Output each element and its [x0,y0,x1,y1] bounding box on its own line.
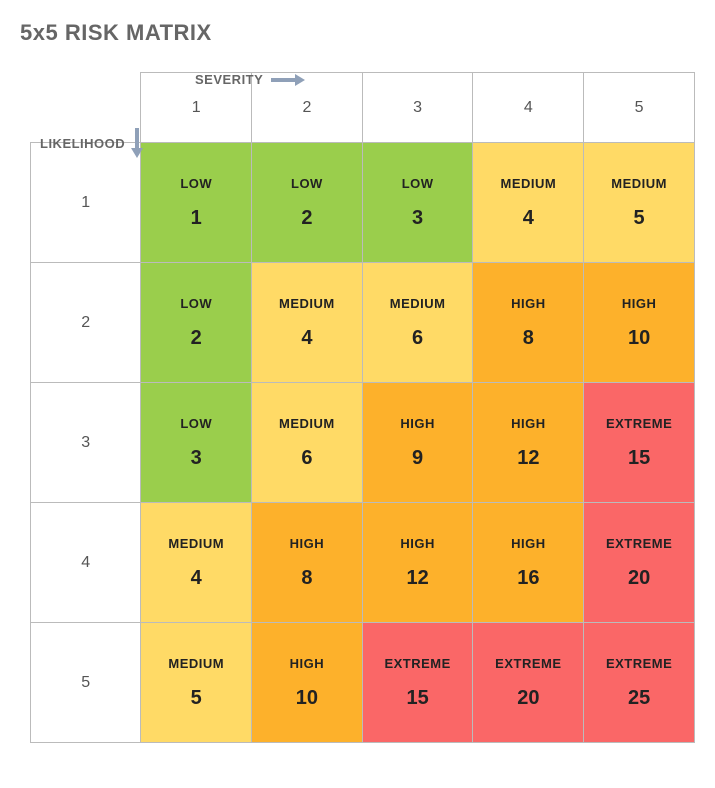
risk-score: 20 [584,567,694,590]
risk-cell: MEDIUM 6 [252,383,363,503]
risk-level: EXTREME [584,416,694,431]
risk-cell: LOW 2 [252,143,363,263]
likelihood-header: 3 [31,383,141,503]
risk-cell: HIGH 8 [252,503,363,623]
risk-level: EXTREME [363,656,473,671]
risk-level: HIGH [584,296,694,311]
page-title: 5x5 RISK MATRIX [20,20,695,46]
risk-score: 2 [252,207,362,230]
risk-cell: EXTREME 15 [584,383,695,503]
risk-level: LOW [252,176,362,191]
risk-level: LOW [141,416,251,431]
risk-score: 5 [141,687,251,710]
risk-level: MEDIUM [141,656,251,671]
risk-cell: HIGH 10 [252,623,363,743]
risk-cell: LOW 2 [141,263,252,383]
severity-header: 4 [473,73,584,143]
risk-score: 3 [141,447,251,470]
risk-score: 6 [363,327,473,350]
arrow-right-icon [271,74,305,86]
table-row: 5 MEDIUM5 HIGH10 EXTREME15 EXTREME20 EXT… [31,623,695,743]
risk-score: 9 [363,447,473,470]
risk-score: 4 [252,327,362,350]
likelihood-header: 2 [31,263,141,383]
risk-cell: HIGH 16 [473,503,584,623]
severity-text: SEVERITY [195,72,263,87]
risk-cell: MEDIUM 4 [252,263,363,383]
risk-level: HIGH [363,416,473,431]
risk-level: MEDIUM [584,176,694,191]
risk-score: 3 [363,207,473,230]
risk-cell: HIGH 9 [362,383,473,503]
risk-level: HIGH [252,656,362,671]
table-row: 1 LOW1 LOW2 LOW3 MEDIUM4 MEDIUM5 [31,143,695,263]
risk-score: 10 [584,327,694,350]
risk-score: 16 [473,567,583,590]
risk-score: 6 [252,447,362,470]
risk-score: 8 [473,327,583,350]
risk-level: MEDIUM [252,416,362,431]
risk-score: 1 [141,207,251,230]
risk-score: 15 [584,447,694,470]
risk-cell: MEDIUM 5 [584,143,695,263]
risk-cell: HIGH 10 [584,263,695,383]
risk-score: 10 [252,687,362,710]
risk-matrix-chart: SEVERITY LIKELIHOOD 1 2 3 4 5 1 L [20,72,695,743]
risk-level: EXTREME [584,536,694,551]
likelihood-header: 1 [31,143,141,263]
risk-cell: HIGH 12 [473,383,584,503]
table-row: 4 MEDIUM4 HIGH8 HIGH12 HIGH16 EXTREME20 [31,503,695,623]
risk-cell: EXTREME 20 [473,623,584,743]
table-row: 2 LOW2 MEDIUM4 MEDIUM6 HIGH8 HIGH10 [31,263,695,383]
likelihood-axis-label: LIKELIHOOD [40,128,143,158]
risk-level: EXTREME [473,656,583,671]
risk-level: MEDIUM [252,296,362,311]
risk-score: 4 [141,567,251,590]
risk-score: 8 [252,567,362,590]
risk-level: HIGH [473,416,583,431]
risk-level: EXTREME [584,656,694,671]
risk-level: LOW [141,296,251,311]
likelihood-header: 5 [31,623,141,743]
risk-cell: MEDIUM 4 [141,503,252,623]
risk-score: 15 [363,687,473,710]
arrow-down-icon [131,128,143,158]
risk-level: MEDIUM [363,296,473,311]
risk-score: 20 [473,687,583,710]
risk-cell: LOW 3 [362,143,473,263]
risk-cell: HIGH 8 [473,263,584,383]
risk-cell: EXTREME 20 [584,503,695,623]
severity-header: 3 [362,73,473,143]
risk-score: 4 [473,207,583,230]
risk-cell: MEDIUM 5 [141,623,252,743]
risk-level: MEDIUM [141,536,251,551]
risk-score: 2 [141,327,251,350]
risk-level: HIGH [473,536,583,551]
risk-score: 5 [584,207,694,230]
table-row: 3 LOW3 MEDIUM6 HIGH9 HIGH12 EXTREME15 [31,383,695,503]
risk-level: HIGH [473,296,583,311]
risk-cell: EXTREME 25 [584,623,695,743]
risk-level: LOW [363,176,473,191]
risk-cell: EXTREME 15 [362,623,473,743]
risk-cell: LOW 1 [141,143,252,263]
risk-level: MEDIUM [473,176,583,191]
likelihood-header: 4 [31,503,141,623]
risk-score: 12 [473,447,583,470]
risk-cell: MEDIUM 6 [362,263,473,383]
risk-score: 12 [363,567,473,590]
risk-matrix-table: 1 2 3 4 5 1 LOW1 LOW2 LOW3 MEDIUM4 MEDIU… [30,72,695,743]
risk-cell: HIGH 12 [362,503,473,623]
likelihood-text: LIKELIHOOD [40,136,125,151]
severity-axis-label: SEVERITY [195,72,305,87]
risk-level: HIGH [252,536,362,551]
severity-header: 5 [584,73,695,143]
risk-level: HIGH [363,536,473,551]
risk-cell: MEDIUM 4 [473,143,584,263]
risk-cell: LOW 3 [141,383,252,503]
risk-level: LOW [141,176,251,191]
risk-score: 25 [584,687,694,710]
